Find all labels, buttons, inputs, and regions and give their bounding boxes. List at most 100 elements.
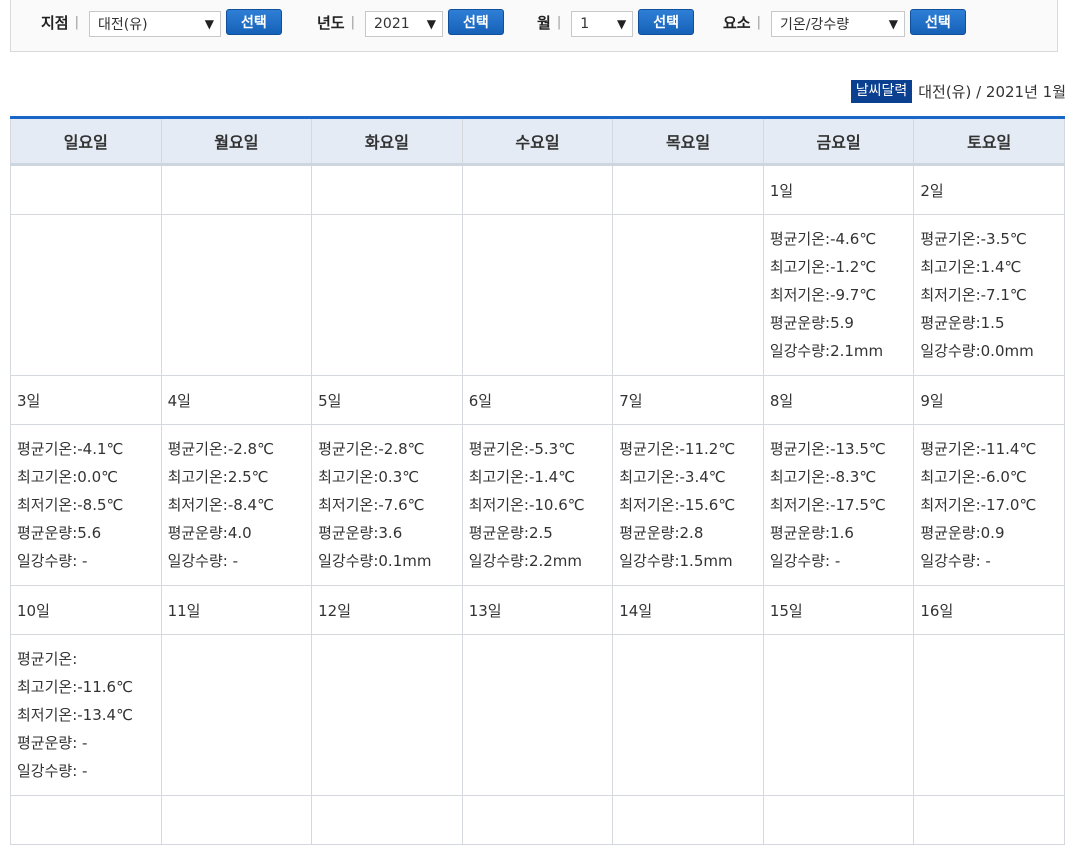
date-cell <box>762 795 915 845</box>
weather-data-cell <box>160 214 313 376</box>
date-cell: 14일 <box>612 585 764 635</box>
select-value: 대전(유) <box>98 17 148 33</box>
weather-stat: 최고기온:-1.4℃ <box>468 468 576 486</box>
element-select[interactable]: 기온/강수량 ▼ <box>771 11 905 37</box>
weather-stat: 일강수량: - <box>167 552 238 570</box>
select-value: 기온/강수량 <box>780 17 850 33</box>
weather-stat: 평균운량:4.0 <box>167 524 252 542</box>
weather-stat: 평균기온:-11.4℃ <box>920 440 1037 458</box>
weather-data-cell: 평균기온:-5.3℃ 최고기온:-1.4℃ 최저기온:-10.6℃ 평균운량:2.5 일… <box>461 424 614 586</box>
month-select-button[interactable]: 선택 <box>638 9 694 35</box>
weather-data-cell: 평균기온:-4.1℃ 최고기온:0.0℃ 최저기온:-8.5℃ 평균운량:5.6 일강수… <box>10 424 162 586</box>
weather-data-cell: 평균기온:-2.8℃ 최고기온:0.3℃ 최저기온:-7.6℃ 평균운량:3.6 일강수… <box>311 424 463 586</box>
weather-stat: 최고기온:0.3℃ <box>318 468 420 486</box>
dropdown-arrow-icon: ▼ <box>616 17 627 31</box>
station-select[interactable]: 대전(유) ▼ <box>89 11 221 37</box>
dropdown-arrow-icon: ▼ <box>426 17 436 31</box>
weather-data-cell <box>913 634 1065 796</box>
weather-stat: 최고기온:1.4℃ <box>920 258 1022 276</box>
station-select-button[interactable]: 선택 <box>226 9 282 35</box>
weather-stat: 평균운량:1.6 <box>769 524 854 542</box>
weather-stat: 일강수량: - <box>920 552 991 570</box>
date-cell <box>10 795 162 845</box>
year-select-button[interactable]: 선택 <box>448 9 504 35</box>
date-cell <box>160 795 313 845</box>
weather-data-row: 평균기온:-4.1℃ 최고기온:0.0℃ 최저기온:-8.5℃ 평균운량:5.6 일강수… <box>10 424 1065 586</box>
weather-stat: 최저기온:-8.4℃ <box>167 496 274 514</box>
weather-stat: 일강수량:2.1mm <box>769 342 884 360</box>
weather-stat: 최저기온:-10.6℃ <box>468 496 585 514</box>
weather-stat: 최저기온:-7.1℃ <box>920 286 1027 304</box>
weather-data-cell <box>612 634 764 796</box>
weekday-header: 토요일 <box>913 117 1065 166</box>
weather-stat: 평균운량:5.9 <box>769 314 854 332</box>
date-cell <box>461 795 614 845</box>
filter-year: 년도 | 2021 ▼ 선택 <box>317 8 504 37</box>
date-cell: 5일 <box>311 375 463 425</box>
date-cell: 13일 <box>461 585 614 635</box>
date-cell: 1일 <box>762 164 915 215</box>
date-cell <box>612 795 764 845</box>
weather-stat: 최저기온:-17.5℃ <box>769 496 886 514</box>
calendar-body: 1일 2일 평균기온:-4.6℃ 최고기온:-1.2℃ 최저기온:-9.7℃ 평균운량:5… <box>10 164 1065 845</box>
date-cell <box>913 795 1065 845</box>
date-cell: 7일 <box>612 375 764 425</box>
weather-stat: 평균운량:3.6 <box>318 524 403 542</box>
weekday-header: 수요일 <box>461 117 614 166</box>
weather-stat: 최저기온:-13.4℃ <box>17 706 133 724</box>
date-cell: 4일 <box>160 375 313 425</box>
weather-calendar-badge: 날씨달력 <box>850 80 913 103</box>
caption-text: 대전(유) / 2021년 1월 <box>918 83 1066 101</box>
date-cell <box>311 795 463 845</box>
weather-stat: 평균기온: <box>17 650 78 668</box>
year-select[interactable]: 2021 ▼ <box>365 11 443 37</box>
weather-data-cell <box>311 214 463 376</box>
date-cell: 12일 <box>311 585 463 635</box>
weather-data-cell <box>311 634 463 796</box>
month-select[interactable]: 1 ▼ <box>571 11 634 37</box>
weather-stat: 최저기온:-17.0℃ <box>920 496 1037 514</box>
weather-stat: 일강수량:1.5mm <box>619 552 733 570</box>
weather-stat: 평균기온:-13.5℃ <box>769 440 886 458</box>
date-row: 3일 4일 5일 6일 7일 8일 9일 <box>10 375 1065 425</box>
weekday-header: 일요일 <box>10 117 162 166</box>
weather-data-row: 평균기온: 최고기온:-11.6℃ 최저기온:-13.4℃ 평균운량: - 일강수량: … <box>10 634 1065 796</box>
filter-month: 월 | 1 ▼ 선택 <box>537 8 694 37</box>
date-row <box>10 795 1065 845</box>
date-cell <box>10 164 162 215</box>
date-row: 1일 2일 <box>10 164 1065 215</box>
date-cell <box>311 164 463 215</box>
weather-stat: 일강수량:0.0mm <box>920 342 1034 360</box>
date-cell <box>461 164 614 215</box>
weather-data-cell: 평균기온:-11.2℃ 최고기온:-3.4℃ 최저기온:-15.6℃ 평균운량:2.8… <box>612 424 764 586</box>
date-cell: 11일 <box>160 585 313 635</box>
weekday-header: 월요일 <box>160 117 313 166</box>
filter-separator: | <box>556 14 562 30</box>
weather-stat: 최고기온:-6.0℃ <box>920 468 1027 486</box>
select-value: 2021 <box>374 16 410 32</box>
weather-stat: 최고기온:-8.3℃ <box>769 468 877 486</box>
weather-stat: 평균기온:-11.2℃ <box>619 440 736 458</box>
weather-stat: 일강수량:2.2mm <box>468 552 583 570</box>
weekday-row: 일요일 월요일 화요일 수요일 목요일 금요일 토요일 <box>10 117 1065 166</box>
weather-stat: 평균운량:5.6 <box>17 524 102 542</box>
weather-stat: 평균운량:2.5 <box>468 524 553 542</box>
weather-stat: 최저기온:-15.6℃ <box>619 496 736 514</box>
weather-stat: 일강수량: - <box>769 552 841 570</box>
weather-stat: 최고기온:-3.4℃ <box>619 468 726 486</box>
date-cell: 6일 <box>461 375 614 425</box>
element-select-button[interactable]: 선택 <box>910 9 966 35</box>
weather-stat: 평균기온:-2.8℃ <box>167 440 274 458</box>
weather-stat: 평균기온:-4.6℃ <box>769 230 877 248</box>
weather-data-cell: 평균기온:-11.4℃ 최고기온:-6.0℃ 최저기온:-17.0℃ 평균운량:0.9… <box>913 424 1065 586</box>
weather-stat: 평균기온:-4.1℃ <box>17 440 124 458</box>
weather-data-cell <box>10 214 162 376</box>
weather-stat: 일강수량: - <box>17 552 88 570</box>
dropdown-arrow-icon: ▼ <box>888 17 898 31</box>
filter-station: 지점 | 대전(유) ▼ 선택 <box>41 8 282 37</box>
weather-stat: 평균기온:-5.3℃ <box>468 440 576 458</box>
weather-stat: 최저기온:-8.5℃ <box>17 496 124 514</box>
weather-stat: 평균기온:-3.5℃ <box>920 230 1027 248</box>
weather-stat: 최저기온:-9.7℃ <box>769 286 877 304</box>
date-cell <box>612 164 764 215</box>
